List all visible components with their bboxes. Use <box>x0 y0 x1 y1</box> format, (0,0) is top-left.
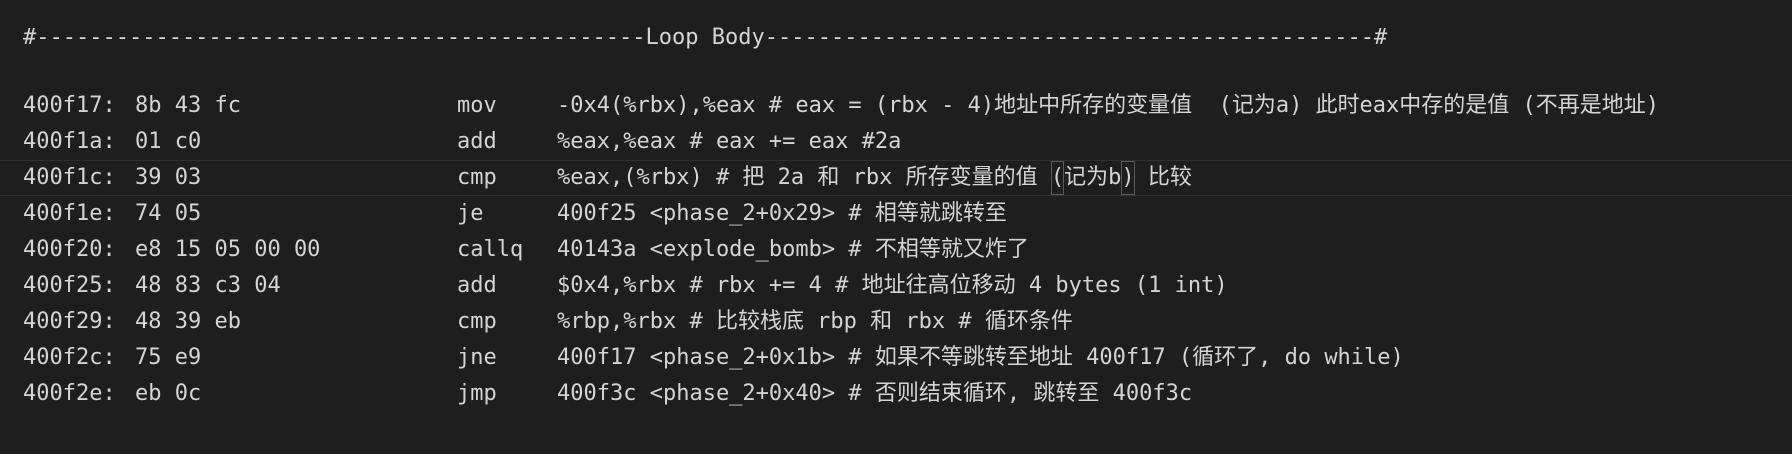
instruction-bytes: 8b 43 fc <box>135 93 241 118</box>
code-line: 400f25: 48 83 c3 04 add $0x4,%rbx # rbx … <box>0 268 1792 304</box>
instruction-opcode: callq <box>457 237 524 262</box>
instruction-address: 400f20: <box>23 237 116 262</box>
instruction-opcode: je <box>457 201 484 226</box>
instruction-address: 400f29: <box>23 309 116 334</box>
instruction-bytes: 01 c0 <box>135 129 202 154</box>
loop-body-header: #---------------------------------------… <box>23 25 1388 50</box>
instruction-operands-comment: %rbp,%rbx # 比较栈底 rbp 和 rbx # 循环条件 <box>557 309 1073 334</box>
instruction-bytes: 39 03 <box>135 165 202 190</box>
instruction-opcode: jne <box>457 345 497 370</box>
instruction-operands-comment: 400f3c <phase_2+0x40> # 否则结束循环, 跳转至 400f… <box>557 381 1193 406</box>
matched-bracket-close: ) <box>1121 161 1135 195</box>
code-editor[interactable]: #---------------------------------------… <box>0 0 1792 454</box>
instruction-operands-comment: %eax,(%rbx) # 把 2a 和 rbx 所存变量的值 (记为b) 比较 <box>557 161 1192 195</box>
code-line: 400f2e: eb 0c jmp 400f3c <phase_2+0x40> … <box>0 376 1792 412</box>
instruction-operands-comment: -0x4(%rbx),%eax # eax = (rbx - 4)地址中所存的变… <box>557 93 1660 118</box>
code-line: 400f1a: 01 c0 add %eax,%eax # eax += eax… <box>0 124 1792 160</box>
instruction-bytes: 48 39 eb <box>135 309 241 334</box>
instruction-bytes: 75 e9 <box>135 345 202 370</box>
instruction-operands-comment: 400f25 <phase_2+0x29> # 相等就跳转至 <box>557 201 1007 226</box>
code-line: 400f17: 8b 43 fc mov -0x4(%rbx),%eax # e… <box>0 88 1792 124</box>
instruction-operands-comment: 400f17 <phase_2+0x1b> # 如果不等跳转至地址 400f17… <box>557 345 1404 370</box>
code-line: 400f1e: 74 05 je 400f25 <phase_2+0x29> #… <box>0 196 1792 232</box>
loop-body-header-line: #---------------------------------------… <box>0 20 1792 56</box>
instruction-address: 400f1c: <box>23 165 116 190</box>
instruction-opcode: jmp <box>457 381 497 406</box>
instruction-address: 400f17: <box>23 93 116 118</box>
comment-text: 比较 <box>1134 165 1192 190</box>
instruction-address: 400f2e: <box>23 381 116 406</box>
instruction-address: 400f1e: <box>23 201 116 226</box>
instruction-operands-comment: %eax,%eax # eax += eax #2a <box>557 129 902 154</box>
instruction-operands-comment: 40143a <explode_bomb> # 不相等就又炸了 <box>557 237 1029 262</box>
current-code-line: 400f1c: 39 03 cmp %eax,(%rbx) # 把 2a 和 r… <box>0 160 1792 196</box>
comment-text: %eax,(%rbx) # 把 2a 和 rbx 所存变量的值 <box>557 165 1051 190</box>
code-line: 400f2c: 75 e9 jne 400f17 <phase_2+0x1b> … <box>0 340 1792 376</box>
code-line: 400f20: e8 15 05 00 00 callq 40143a <exp… <box>0 232 1792 268</box>
matched-bracket-open: ( <box>1050 161 1065 195</box>
instruction-address: 400f1a: <box>23 129 116 154</box>
code-line: 400f29: 48 39 eb cmp %rbp,%rbx # 比较栈底 rb… <box>0 304 1792 340</box>
instruction-bytes: eb 0c <box>135 381 202 406</box>
instruction-opcode: cmp <box>457 165 497 190</box>
instruction-operands-comment: $0x4,%rbx # rbx += 4 # 地址往高位移动 4 bytes (… <box>557 273 1228 298</box>
comment-text: 记为b <box>1064 165 1122 190</box>
instruction-address: 400f2c: <box>23 345 116 370</box>
instruction-address: 400f25: <box>23 273 116 298</box>
instruction-bytes: e8 15 05 00 00 <box>135 237 321 262</box>
instruction-opcode: add <box>457 273 497 298</box>
instruction-opcode: mov <box>457 93 497 118</box>
instruction-opcode: add <box>457 129 497 154</box>
instruction-bytes: 74 05 <box>135 201 202 226</box>
instruction-opcode: cmp <box>457 309 497 334</box>
instruction-bytes: 48 83 c3 04 <box>135 273 281 298</box>
